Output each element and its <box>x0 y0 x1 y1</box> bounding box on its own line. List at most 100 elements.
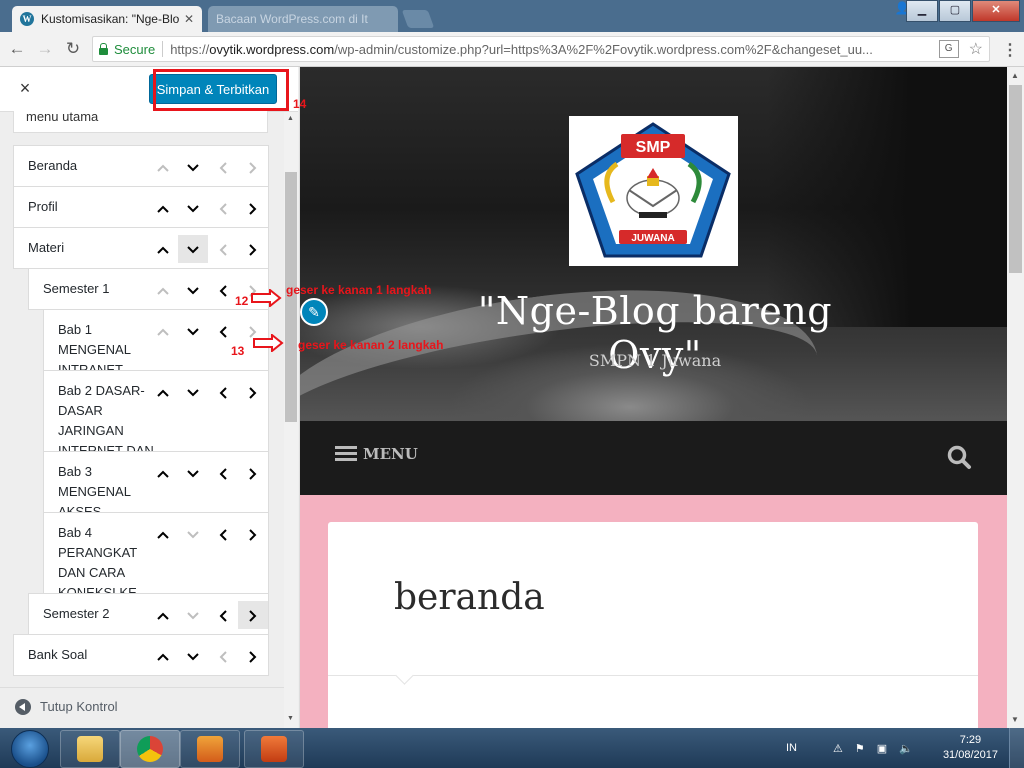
collapse-controls[interactable]: Tutup Kontrol <box>0 687 284 728</box>
menu-item-materi[interactable]: Materi <box>13 227 269 269</box>
move-down-icon[interactable] <box>178 235 208 263</box>
warning-icon[interactable]: ⚠ <box>833 742 843 755</box>
move-left-icon[interactable] <box>208 378 238 406</box>
move-left-icon[interactable] <box>208 317 238 345</box>
move-right-icon[interactable] <box>238 194 268 222</box>
new-tab-button[interactable] <box>401 10 435 28</box>
move-up-icon[interactable] <box>148 378 178 406</box>
menu-item-label: Profil <box>28 199 58 214</box>
move-left-icon[interactable] <box>208 520 238 548</box>
forward-icon[interactable]: → <box>34 38 56 60</box>
url-text[interactable]: https://ovytik.wordpress.com/wp-admin/cu… <box>170 42 938 57</box>
move-right-icon[interactable] <box>238 378 268 406</box>
chrome-menu-icon[interactable]: ⋮ <box>1002 40 1018 60</box>
move-left-icon[interactable] <box>208 194 238 222</box>
menu-item-bab-1[interactable]: Bab 1 MENGENAL INTRANET <box>43 309 269 377</box>
move-down-icon[interactable] <box>178 601 208 629</box>
move-left-icon[interactable] <box>208 235 238 263</box>
site-logo[interactable]: SMP JUWANA <box>569 116 738 266</box>
annotation-12-text: geser ke kanan 1 langkah <box>286 283 432 297</box>
move-right-icon[interactable] <box>238 601 268 629</box>
move-down-icon[interactable] <box>178 520 208 548</box>
annotation-13-text: geser ke kanan 2 langkah <box>298 338 444 352</box>
move-left-icon[interactable] <box>208 153 238 181</box>
tab-title: Bacaan WordPress.com di It <box>216 12 368 26</box>
address-bar[interactable]: Secure https://ovytik.wordpress.com/wp-a… <box>92 36 990 62</box>
move-up-icon[interactable] <box>148 459 178 487</box>
search-icon[interactable] <box>946 444 972 470</box>
window-close-button[interactable]: ✕ <box>972 0 1020 22</box>
edit-shortcut-pencil-icon[interactable]: ✎ <box>300 298 328 326</box>
move-right-icon[interactable] <box>238 520 268 548</box>
reload-icon[interactable]: ↻ <box>62 38 84 60</box>
menu-item-bank-soal[interactable]: Bank Soal <box>13 634 269 676</box>
move-down-icon[interactable] <box>178 194 208 222</box>
annotation-12-number: 12 <box>235 294 249 308</box>
move-down-icon[interactable] <box>178 459 208 487</box>
taskbar-media[interactable] <box>180 730 240 768</box>
browser-tab-bar: W Kustomisasikan: "Nge-Blo ✕ Bacaan Word… <box>0 0 1024 32</box>
clock-time: 7:29 <box>959 734 982 746</box>
taskbar-app[interactable] <box>244 730 304 768</box>
back-icon[interactable]: ← <box>6 38 28 60</box>
move-left-icon[interactable] <box>208 601 238 629</box>
menu-item-semester-2[interactable]: Semester 2 <box>28 593 269 635</box>
taskbar-chrome[interactable] <box>120 730 180 768</box>
start-button[interactable] <box>2 728 56 768</box>
flag-icon[interactable]: ⚑ <box>855 742 865 755</box>
menu-item-beranda[interactable]: Beranda <box>13 145 269 187</box>
menu-item-bab-2[interactable]: Bab 2 DASAR-DASAR JARINGAN INTERNET DAN … <box>43 370 269 478</box>
network-icon[interactable]: ▣ <box>877 742 887 755</box>
move-down-icon[interactable] <box>178 378 208 406</box>
bookmark-star-icon[interactable]: ☆ <box>969 39 983 59</box>
taskbar-clock[interactable]: 7:29 31/08/2017 <box>943 733 998 763</box>
translate-icon[interactable]: G <box>938 40 959 58</box>
chrome-icon <box>137 736 163 762</box>
move-up-icon[interactable] <box>148 194 178 222</box>
preview-scroll-thumb[interactable] <box>1009 85 1022 273</box>
close-customizer-icon[interactable]: × <box>15 78 35 98</box>
move-up-icon[interactable] <box>148 153 178 181</box>
show-desktop-button[interactable] <box>1009 728 1024 768</box>
hamburger-icon <box>335 446 357 462</box>
page-content-card: beranda <box>328 522 978 728</box>
move-down-icon[interactable] <box>178 642 208 670</box>
move-up-icon[interactable] <box>148 235 178 263</box>
move-left-icon[interactable] <box>208 276 238 304</box>
menu-item-bab-4[interactable]: Bab 4 PERANGKAT DAN CARA KONEKSI KE INTE… <box>43 512 269 640</box>
move-right-icon[interactable] <box>238 642 268 670</box>
move-down-icon[interactable] <box>178 317 208 345</box>
move-left-icon[interactable] <box>208 642 238 670</box>
taskbar-explorer[interactable] <box>60 730 120 768</box>
wordpress-icon: W <box>20 12 34 26</box>
tab-close-icon[interactable]: ✕ <box>184 12 194 26</box>
move-up-icon[interactable] <box>148 317 178 345</box>
minimize-button[interactable]: ▁ <box>906 0 938 22</box>
move-right-icon[interactable] <box>238 153 268 181</box>
move-down-icon[interactable] <box>178 153 208 181</box>
browser-toolbar: ← → ↻ Secure https://ovytik.wordpress.co… <box>0 32 1024 67</box>
move-left-icon[interactable] <box>208 459 238 487</box>
annotation-14-number: 14 <box>293 97 307 111</box>
tab-reader[interactable]: Bacaan WordPress.com di It <box>208 6 398 32</box>
collapse-arrow-icon <box>15 699 31 715</box>
move-up-icon[interactable] <box>148 276 178 304</box>
move-down-icon[interactable] <box>178 276 208 304</box>
volume-icon[interactable]: 🔈 <box>899 742 913 755</box>
move-right-icon[interactable] <box>238 235 268 263</box>
move-right-icon[interactable] <box>238 459 268 487</box>
menu-toggle-button[interactable]: MENU <box>335 445 418 463</box>
maximize-button[interactable]: ▢ <box>939 0 971 22</box>
annotation-13-arrow-icon <box>253 334 284 352</box>
sidebar-scroll-thumb[interactable] <box>285 172 297 422</box>
lock-icon <box>99 42 108 55</box>
move-up-icon[interactable] <box>148 601 178 629</box>
tab-customizer[interactable]: W Kustomisasikan: "Nge-Blo ✕ <box>12 6 202 32</box>
move-up-icon[interactable] <box>148 642 178 670</box>
move-up-icon[interactable] <box>148 520 178 548</box>
menu-item-semester-1[interactable]: Semester 1 <box>28 268 269 310</box>
menu-name-field[interactable]: menu utama <box>13 111 268 133</box>
language-indicator[interactable]: IN <box>786 742 797 754</box>
menu-item-profil[interactable]: Profil <box>13 186 269 228</box>
menu-item-bab-3[interactable]: Bab 3 MENGENAL AKSES INTERNET <box>43 451 269 539</box>
